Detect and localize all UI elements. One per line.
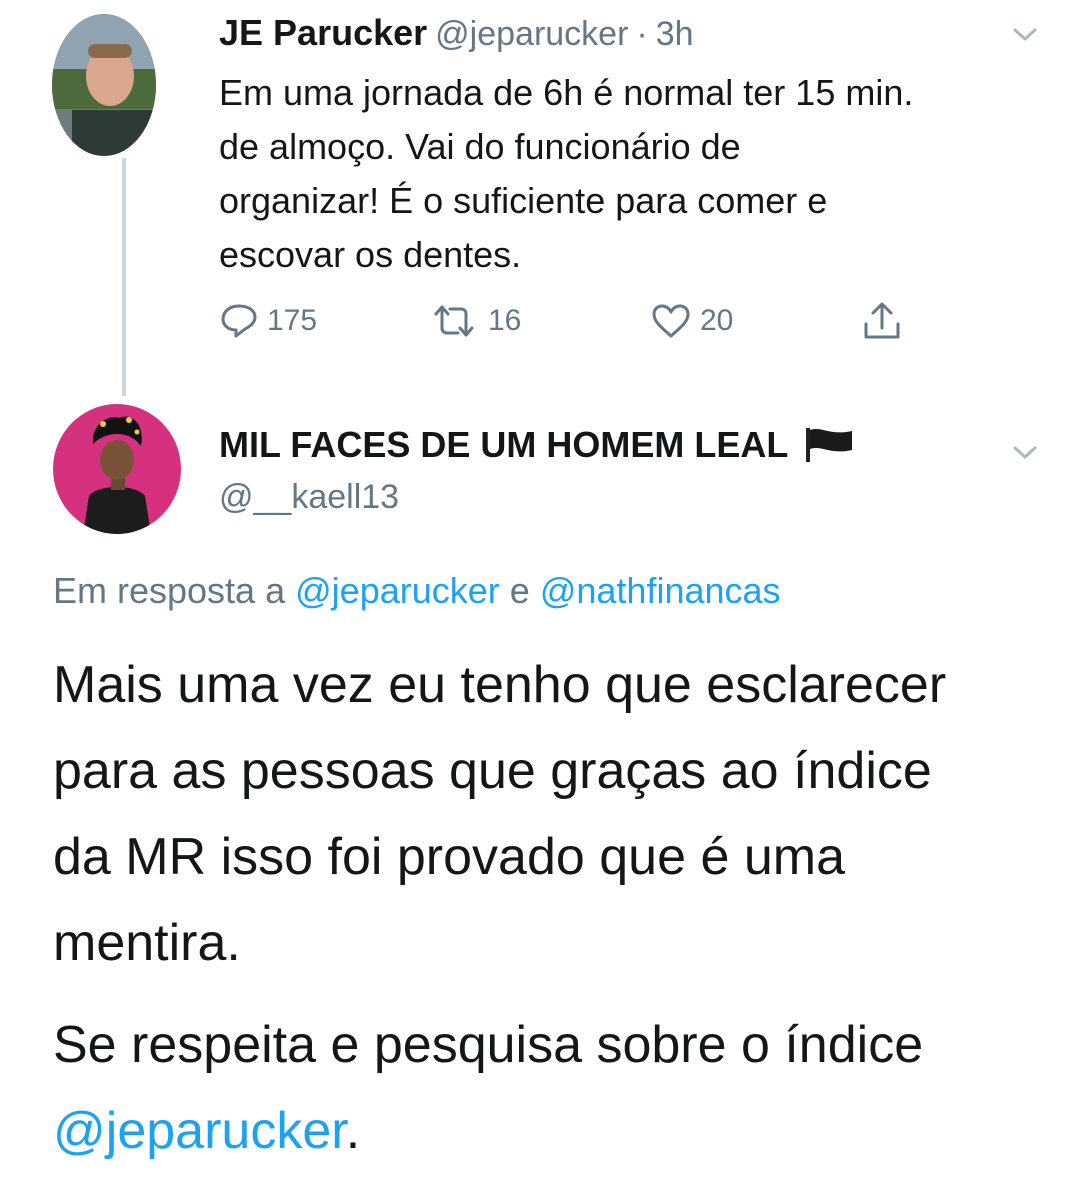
mention-link[interactable]: @jeparucker	[53, 1102, 346, 1160]
share-button[interactable]	[860, 300, 904, 347]
retweet-button[interactable]: 16	[428, 302, 521, 340]
tweet1-body: Em uma jornada de 6h é normal ter 15 min…	[219, 66, 913, 282]
body-line: para as pessoas que graças ao índice	[53, 742, 932, 800]
share-icon	[864, 302, 900, 339]
avatar-photo	[52, 14, 156, 156]
reply-button[interactable]: 175	[219, 302, 317, 340]
chevron-down-icon[interactable]	[1006, 22, 1044, 51]
author-handle[interactable]: @jeparucker	[435, 15, 628, 54]
tweet1-header: JE Parucker @jeparucker · 3h	[219, 12, 694, 54]
reply-icon	[221, 304, 257, 338]
tweet1-line: Em uma jornada de 6h é normal ter 15 min…	[219, 72, 914, 113]
avatar-kaell13[interactable]	[53, 404, 181, 534]
tweet1-line: de almoço. Vai do funcionário de	[219, 126, 741, 167]
dot-separator: ·	[636, 15, 648, 53]
tweet1-line: escovar os dentes.	[219, 234, 522, 275]
body-line: da MR isso foi provado que é uma	[53, 828, 845, 886]
avatar-illustration	[53, 404, 181, 534]
body-line: Mais uma vez eu tenho que esclarecer	[53, 656, 947, 714]
reply-conjunction: e	[509, 570, 530, 611]
body-line: mentira.	[53, 914, 241, 972]
like-button[interactable]: 20	[650, 302, 733, 340]
author-handle[interactable]: @__kaell13	[219, 478, 399, 517]
paragraph-1: Mais uma vez eu tenho que esclarecer par…	[53, 642, 1063, 986]
punctuation: .	[345, 1102, 361, 1160]
reply-count: 175	[267, 304, 318, 337]
like-count: 20	[700, 304, 734, 337]
mention-link[interactable]: @jeparucker	[295, 570, 500, 611]
tweet2-body: Mais uma vez eu tenho que esclarecer par…	[53, 642, 1063, 1174]
tweet1-line: organizar! É o suficiente para comer e	[219, 180, 828, 221]
reply-context: Em resposta a @jeparucker e @nathfinanca…	[53, 570, 781, 612]
tweet2-header: MIL FACES DE UM HOMEM LEAL	[219, 424, 856, 466]
author-name[interactable]: JE Parucker	[219, 12, 427, 54]
body-line: Se respeita e pesquisa sobre o índice	[53, 1016, 924, 1074]
chevron-down-icon[interactable]	[1006, 440, 1044, 469]
tweet-time[interactable]: 3h	[656, 15, 694, 54]
thread-connector-line	[122, 158, 126, 396]
retweet-icon	[434, 305, 474, 337]
reply-prefix: Em resposta a	[53, 570, 286, 611]
mention-link[interactable]: @nathfinancas	[540, 570, 781, 611]
body-line: @jeparucker.	[53, 1088, 1063, 1174]
avatar-je-parucker[interactable]	[52, 14, 156, 156]
retweet-count: 16	[488, 304, 522, 337]
heart-icon	[652, 304, 690, 338]
black-flag-icon	[806, 428, 853, 462]
author-name[interactable]: MIL FACES DE UM HOMEM LEAL	[219, 424, 788, 466]
paragraph-2: Se respeita e pesquisa sobre o índice @j…	[53, 1002, 1063, 1174]
